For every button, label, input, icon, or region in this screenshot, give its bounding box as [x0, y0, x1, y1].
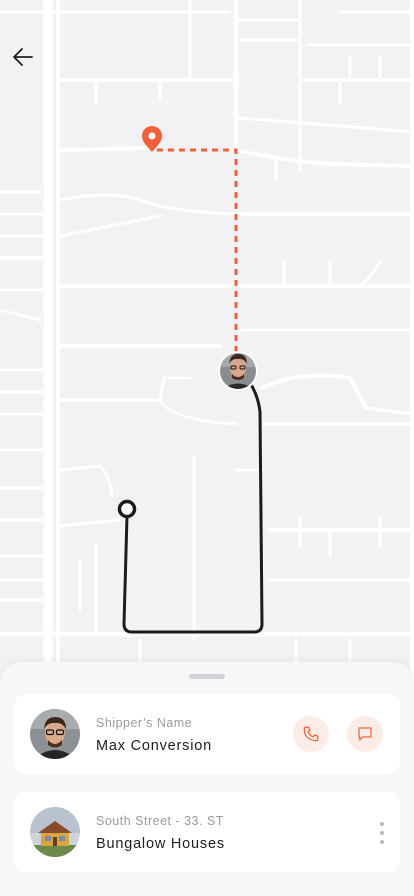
more-vertical-icon	[380, 822, 384, 826]
origin-marker	[117, 499, 137, 519]
destination-thumbnail	[30, 807, 80, 857]
driver-location-avatar[interactable]	[218, 351, 258, 391]
destination-name: Bungalow Houses	[96, 836, 225, 852]
phone-icon	[303, 726, 319, 742]
more-dot	[380, 840, 384, 844]
sheet-drag-handle[interactable]	[189, 674, 225, 679]
route-map[interactable]	[0, 0, 414, 680]
bottom-sheet: Shipper’s Name Max Conversion South Stre…	[0, 662, 414, 896]
call-button[interactable]	[293, 716, 329, 752]
back-button[interactable]	[8, 42, 38, 72]
message-icon	[358, 727, 372, 741]
shipper-name: Max Conversion	[96, 738, 212, 754]
shipper-card: Shipper’s Name Max Conversion	[14, 694, 400, 774]
shipper-avatar	[30, 709, 80, 759]
destination-address: South Street - 33. ST	[96, 814, 224, 828]
shipper-label: Shipper’s Name	[96, 716, 193, 730]
message-button[interactable]	[347, 716, 383, 752]
destination-card[interactable]: South Street - 33. ST Bungalow Houses	[14, 792, 400, 872]
more-options-button[interactable]	[372, 820, 392, 846]
more-dot	[380, 831, 384, 835]
arrow-left-icon	[13, 48, 33, 66]
